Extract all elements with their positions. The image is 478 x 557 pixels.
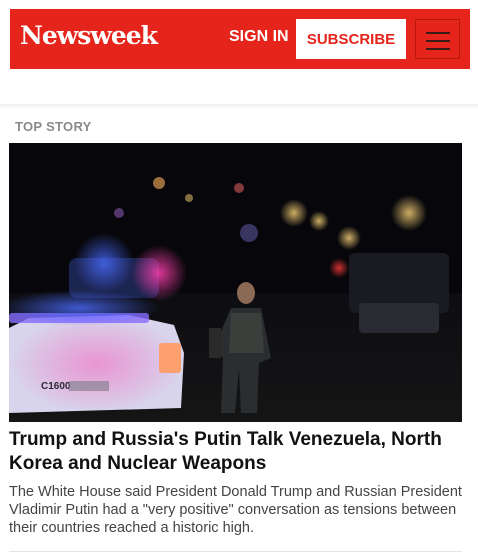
menu-bar — [426, 40, 450, 42]
newsweek-logo[interactable]: Newsweek — [20, 21, 158, 51]
subscribe-button[interactable]: SUBSCRIBE — [296, 19, 406, 59]
section-label: TOP STORY — [15, 119, 92, 134]
hamburger-menu-icon[interactable] — [415, 19, 460, 59]
top-story-headline[interactable]: Trump and Russia's Putin Talk Venezuela,… — [9, 428, 469, 476]
top-story-image[interactable]: C1600 — [9, 143, 462, 422]
hero-photo: C1600 — [9, 143, 462, 422]
header-divider — [0, 104, 478, 110]
menu-bar — [426, 32, 450, 34]
top-story-summary: The White House said President Donald Tr… — [9, 484, 462, 536]
page: Newsweek SIGN IN SUBSCRIBE TOP STORY C16… — [0, 0, 478, 557]
menu-bar — [426, 48, 450, 50]
car-number-text: C1600 — [41, 381, 71, 392]
sign-in-link[interactable]: SIGN IN — [229, 28, 289, 46]
site-header: Newsweek SIGN IN SUBSCRIBE — [10, 9, 470, 69]
section-divider — [9, 551, 462, 552]
